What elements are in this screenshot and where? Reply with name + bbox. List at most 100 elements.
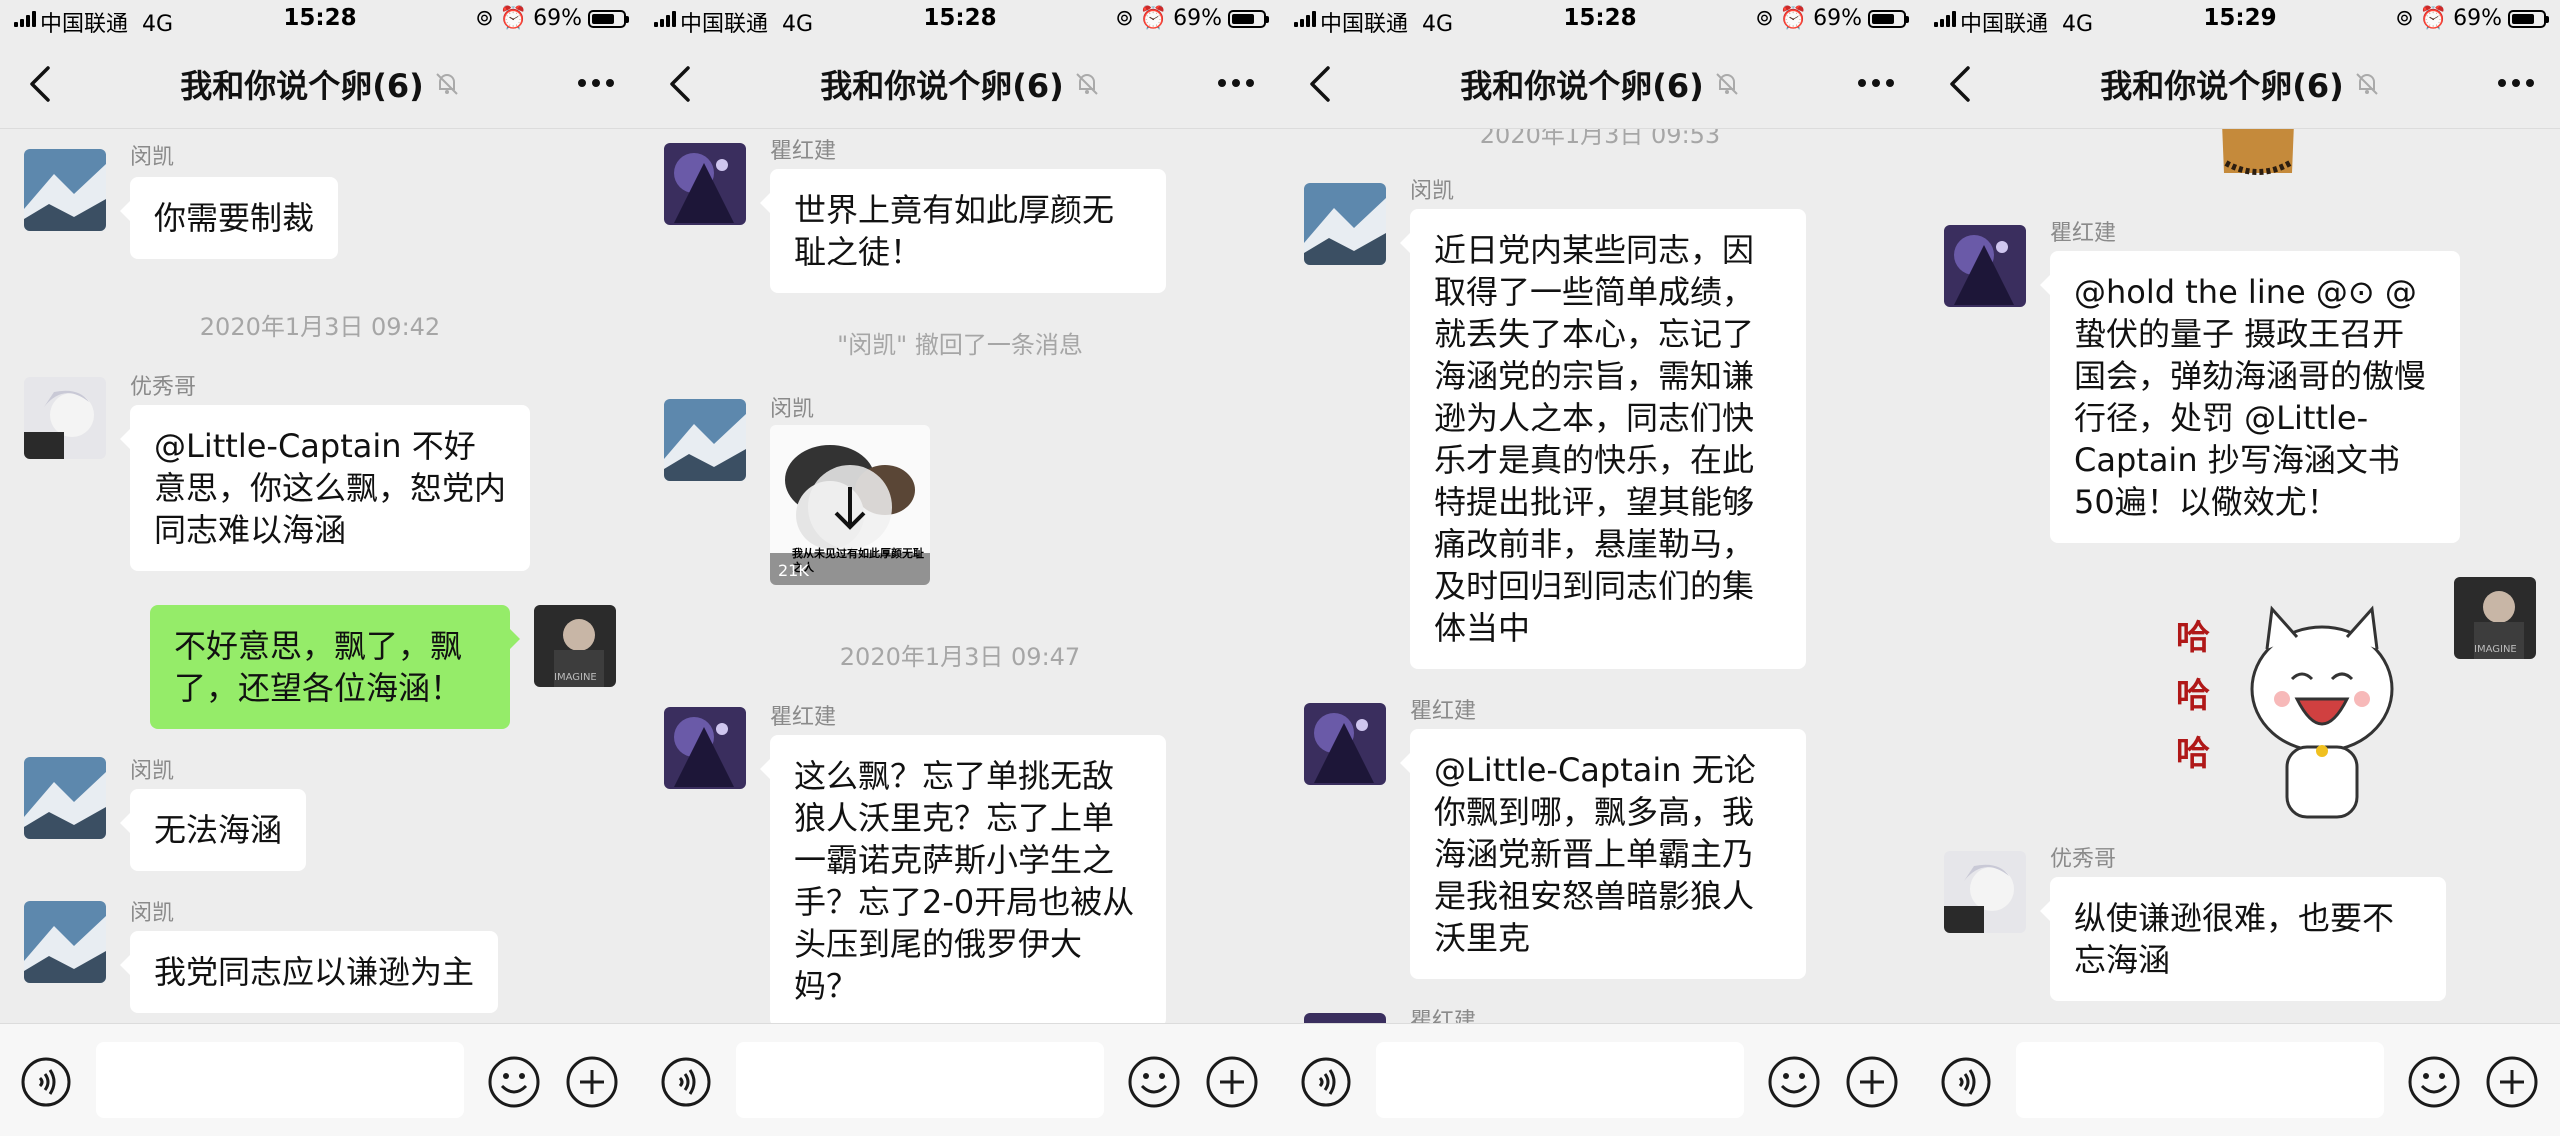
sender-name: 闵凯 [770, 397, 815, 422]
avatar-minkai[interactable] [664, 399, 746, 481]
voice-icon[interactable] [660, 1056, 712, 1108]
voice-icon[interactable] [1940, 1056, 1992, 1108]
sender-name: 闵凯 [130, 145, 175, 170]
status-bar: 中国联通 4G 15:28 ⊚ ⏰ 69% [640, 0, 1280, 40]
avatar-quhongjian[interactable] [1944, 225, 2026, 307]
back-arrow-icon[interactable] [1942, 62, 1982, 106]
message-bubble[interactable]: 这么飘？忘了单挑无敌狼人沃里克？忘了上单一霸诺克萨斯小学生之手？忘了2-0开局也… [760, 735, 1166, 1024]
emoji-icon[interactable] [2406, 1054, 2462, 1110]
chat-title: 我和你说个卵(6) [180, 61, 460, 107]
input-bar [1280, 1023, 1920, 1136]
sticker-laughing-cat[interactable]: 哈哈哈 [2172, 599, 2422, 819]
avatar-self[interactable]: IMAGINE [534, 605, 616, 687]
avatar-quhongjian[interactable] [664, 707, 746, 789]
message-input[interactable] [1376, 1042, 1744, 1118]
chat-header: 我和你说个卵(6) [0, 40, 640, 129]
message-input[interactable] [2016, 1042, 2384, 1118]
message-list[interactable]: 2020年1月3日 09:53 闵凯 近日党内某些同志，因取得了一些简单成绩，就… [1280, 129, 1920, 1024]
message-bubble[interactable]: 我党同志应以谦逊为主 [119, 931, 499, 1013]
message-bubble[interactable]: @Little-Captain 不好意思，你这么飘，恕党内同志难以海涵 [120, 405, 530, 571]
message-bubble[interactable]: 近日党内某些同志，因取得了一些简单成绩，就丢失了本心，忘记了海涵党的宗旨，需知谦… [1400, 209, 1806, 669]
chat-header: 我和你说个卵(6) [640, 40, 1280, 129]
sticker-text: 哈哈哈 [2176, 618, 2210, 774]
sender-name: 瞿红建 [1410, 1009, 1477, 1024]
message-bubble[interactable]: 纵使谦逊很难，也要不忘海涵 [2040, 877, 2446, 1001]
voice-icon[interactable] [20, 1056, 72, 1108]
chat-screen-4: 中国联通 4G 15:29 ⊚ ⏰ 69% 我和你说个卵(6) 瞿红建 @hold … [1920, 0, 2560, 1136]
timestamp: 2020年1月3日 09:47 [839, 643, 1081, 671]
message-bubble[interactable]: @hold the line @⊙ @蛰伏的量子 摄政王召开国会，弹劾海涵哥的傲… [2040, 251, 2460, 543]
alarm-icon: ⏰ [1139, 6, 1168, 31]
rotation-lock-icon: ⊚ [2395, 6, 2414, 31]
more-icon[interactable] [2494, 70, 2538, 96]
chat-header: 我和你说个卵(6) [1280, 40, 1920, 129]
avatar-quhongjian[interactable] [1304, 703, 1386, 785]
avatar-minkai[interactable] [1304, 183, 1386, 265]
battery-icon [588, 9, 629, 28]
more-icon[interactable] [1854, 70, 1898, 96]
mute-bell-icon [1076, 73, 1098, 95]
emoji-icon[interactable] [1126, 1054, 1182, 1110]
message-list[interactable]: 闵凯 你需要制裁 2020年1月3日 09:42 优秀哥 @Little-Cap… [0, 129, 640, 1024]
sender-name: 瞿红建 [2050, 221, 2117, 246]
sticker-partial[interactable] [2216, 129, 2300, 185]
more-icon[interactable] [574, 70, 618, 96]
back-arrow-icon[interactable] [22, 62, 62, 106]
message-bubble[interactable]: 不好意思，飘了，飘了，还望各位海涵！ [150, 605, 520, 729]
plus-icon[interactable] [1204, 1054, 1260, 1110]
sender-name: 瞿红建 [1410, 699, 1477, 724]
emoji-icon[interactable] [486, 1054, 542, 1110]
chat-title: 我和你说个卵(6) [2100, 61, 2380, 107]
timestamp: 2020年1月3日 09:53 [1479, 129, 1721, 149]
message-input[interactable] [96, 1042, 464, 1118]
avatar-minkai[interactable] [24, 149, 106, 231]
input-bar [1920, 1023, 2560, 1136]
download-icon[interactable] [806, 463, 894, 551]
chat-header: 我和你说个卵(6) [1920, 40, 2560, 129]
avatar-self[interactable]: IMAGINE [2454, 577, 2536, 659]
timestamp: 2020年1月3日 09:42 [199, 313, 441, 341]
sender-name: 闵凯 [1410, 179, 1455, 204]
image-message[interactable]: 我从未见过有如此厚颜无耻之人 21K [770, 425, 930, 585]
status-bar: 中国联通 4G 15:28 ⊚ ⏰ 69% [1280, 0, 1920, 40]
input-bar [0, 1023, 640, 1136]
mute-bell-icon [1716, 73, 1738, 95]
svg-text:IMAGINE: IMAGINE [2474, 644, 2517, 655]
sender-name: 瞿红建 [770, 705, 837, 730]
message-bubble[interactable]: 世界上竟有如此厚颜无耻之徒！ [760, 169, 1166, 293]
avatar-minkai[interactable] [24, 901, 106, 983]
battery-percent: 69% [2453, 6, 2502, 31]
back-arrow-icon[interactable] [1302, 62, 1342, 106]
message-bubble[interactable]: 你需要制裁 [119, 177, 339, 259]
avatar-quhongjian[interactable] [664, 143, 746, 225]
sender-name: 闵凯 [130, 901, 175, 926]
avatar-youxiuge[interactable] [1944, 851, 2026, 933]
chat-screen-3: 中国联通 4G 15:28 ⊚ ⏰ 69% 我和你说个卵(6) 2020年1月3日 … [1280, 0, 1920, 1136]
message-bubble[interactable]: @Little-Captain 无论你飘到哪，飘多高，我海涵党新晋上单霸主乃是我… [1400, 729, 1806, 979]
battery-percent: 69% [1173, 6, 1222, 31]
chat-title: 我和你说个卵(6) [1460, 61, 1740, 107]
message-list[interactable]: 瞿红建 @hold the line @⊙ @蛰伏的量子 摄政王召开国会，弹劾海… [1920, 129, 2560, 1024]
alarm-icon: ⏰ [2419, 6, 2448, 31]
emoji-icon[interactable] [1766, 1054, 1822, 1110]
plus-icon[interactable] [564, 1054, 620, 1110]
message-bubble[interactable]: 无法海涵 [119, 789, 307, 871]
chat-screen-1: 中国联通 4G 15:28 ⊚ ⏰ 69% 我和你说个卵(6) 闵凯 你需要制裁 2… [0, 0, 640, 1136]
message-input[interactable] [736, 1042, 1104, 1118]
avatar-minkai[interactable] [24, 757, 106, 839]
plus-icon[interactable] [2484, 1054, 2540, 1110]
battery-percent: 69% [1813, 6, 1862, 31]
plus-icon[interactable] [1844, 1054, 1900, 1110]
avatar-youxiuge[interactable] [24, 377, 106, 459]
mute-bell-icon [436, 73, 458, 95]
voice-icon[interactable] [1300, 1056, 1352, 1108]
battery-icon [1228, 9, 1269, 28]
status-bar: 中国联通 4G 15:29 ⊚ ⏰ 69% [1920, 0, 2560, 40]
rotation-lock-icon: ⊚ [1115, 6, 1134, 31]
chat-screen-2: 中国联通 4G 15:28 ⊚ ⏰ 69% 我和你说个卵(6) 瞿红建 世界上竟有如… [640, 0, 1280, 1136]
rotation-lock-icon: ⊚ [1755, 6, 1774, 31]
message-list[interactable]: 瞿红建 世界上竟有如此厚颜无耻之徒！ "闵凯" 撤回了一条消息 闵凯 我从未见过… [640, 129, 1280, 1024]
back-arrow-icon[interactable] [662, 62, 702, 106]
sender-name: 瞿红建 [770, 139, 837, 164]
more-icon[interactable] [1214, 70, 1258, 96]
